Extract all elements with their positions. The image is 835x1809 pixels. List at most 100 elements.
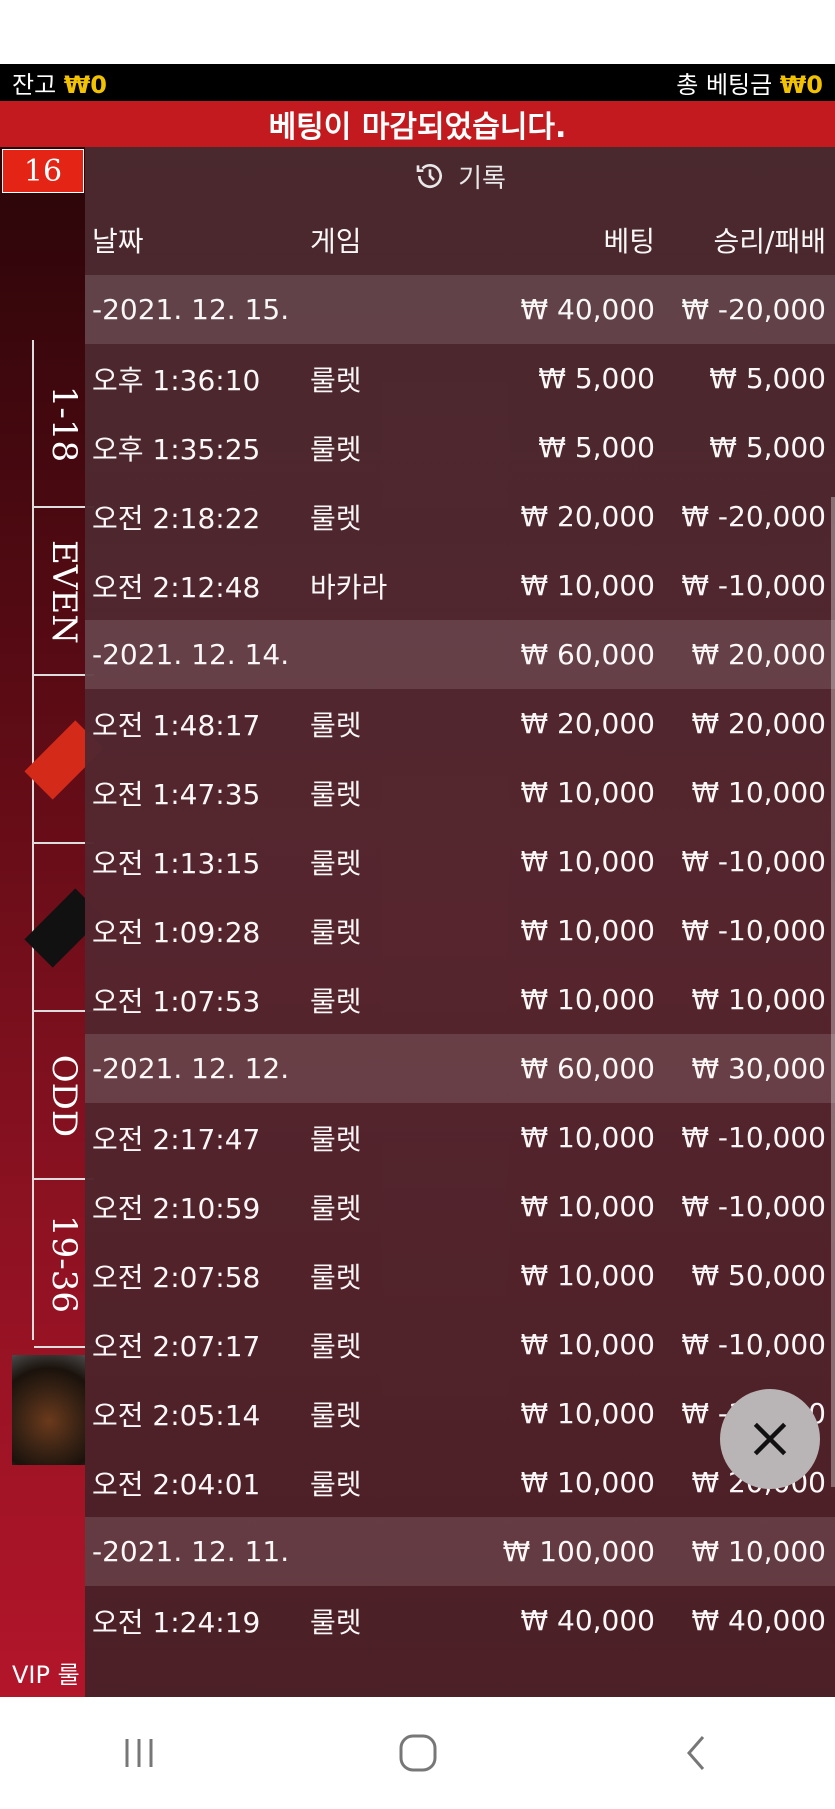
history-date-row[interactable]: -2021. 12. 15. ₩ 40,000 ₩ -20,000 — [85, 275, 835, 344]
history-date-result-total: ₩ -20,000 — [681, 293, 826, 326]
history-bet: ₩ 10,000 — [520, 1328, 655, 1361]
close-button[interactable] — [720, 1389, 820, 1489]
history-row[interactable]: 오전 2:07:58 룰렛 ₩ 10,000 ₩ 50,000 — [85, 1241, 835, 1310]
history-row[interactable]: 오전 2:18:22 룰렛 ₩ 20,000 ₩ -20,000 — [85, 482, 835, 551]
history-date-result-total: ₩ 30,000 — [691, 1052, 826, 1085]
close-icon — [753, 1422, 787, 1456]
vip-label: VIP 룰 — [12, 1661, 80, 1689]
history-row[interactable]: 오전 2:04:01룰렛₩ 10,000₩ 20,000 — [85, 1448, 835, 1517]
history-game: 룰렛 — [310, 432, 362, 466]
home-button[interactable] — [396, 1731, 440, 1775]
history-bet: ₩ 10,000 — [520, 983, 655, 1016]
status-bar — [0, 0, 835, 64]
recent-apps-icon — [125, 1739, 152, 1767]
roulette-wheel-thumbnail[interactable] — [12, 1355, 86, 1465]
balance-label: 잔고 — [12, 71, 57, 99]
history-result: ₩ 10,000 — [691, 776, 826, 809]
history-row[interactable]: 오전 1:48:17 룰렛 ₩ 20,000 ₩ 20,000 — [85, 689, 835, 758]
betting-closed-banner: 베팅이 마감되었습니다. — [0, 101, 835, 147]
history-row[interactable]: 오전 1:13:15 룰렛 ₩ 10,000 ₩ -10,000 — [85, 827, 835, 896]
history-result: ₩ -10,000 — [681, 1121, 826, 1154]
history-row[interactable]: 오후 1:35:25 룰렛 ₩ 5,000 ₩ 5,000 — [85, 413, 835, 482]
back-icon — [686, 1736, 704, 1770]
history-bet: ₩ 10,000 — [520, 1466, 655, 1499]
history-bet: ₩ 10,000 — [520, 1259, 655, 1292]
history-game: 룰렛 — [310, 708, 362, 742]
history-time: 오전 2:18:22 — [92, 501, 261, 535]
history-time: 오전 1:07:53 — [92, 984, 261, 1018]
history-date-bet-total: ₩ 100,000 — [502, 1535, 655, 1568]
history-game: 룰렛 — [310, 984, 362, 1018]
history-time: 오전 1:13:15 — [92, 846, 261, 880]
history-bet: ₩ 20,000 — [520, 500, 655, 533]
history-date-result-total: ₩ 10,000 — [691, 1535, 826, 1568]
history-time: 오전 2:12:48 — [92, 570, 261, 604]
history-result: ₩ -10,000 — [681, 569, 826, 602]
history-bet: ₩ 10,000 — [520, 776, 655, 809]
history-time: 오전 2:17:47 — [92, 1122, 261, 1156]
balance: 잔고 ₩0 — [0, 65, 119, 100]
history-row[interactable]: 오후 1:36:10 룰렛 ₩ 5,000 ₩ 5,000 — [85, 344, 835, 413]
history-date-bet-total: ₩ 60,000 — [520, 1052, 655, 1085]
balance-bar: 잔고 ₩0 총 베팅금 ₩0 — [0, 64, 835, 101]
history-bet: ₩ 40,000 — [520, 1604, 655, 1637]
history-row[interactable]: 오전 1:47:35 룰렛 ₩ 10,000 ₩ 10,000 — [85, 758, 835, 827]
total-bet-label: 총 베팅금 — [676, 71, 773, 99]
history-time: 오후 1:35:25 — [92, 432, 261, 466]
history-row[interactable]: 오전 2:10:59 룰렛 ₩ 10,000 ₩ -10,000 — [85, 1172, 835, 1241]
history-bet: ₩ 10,000 — [520, 1397, 655, 1430]
history-row[interactable]: 오전 1:24:19 룰렛 ₩ 40,000 ₩ 40,000 — [85, 1586, 835, 1655]
history-row[interactable]: 오전 2:07:17 룰렛 ₩ 10,000 ₩ -10,000 — [85, 1310, 835, 1379]
history-time: 오전 2:05:14 — [92, 1398, 261, 1432]
history-date-bet-total: ₩ 60,000 — [520, 638, 655, 671]
recent-apps-button[interactable] — [119, 1733, 159, 1773]
history-time: 오전 1:48:17 — [92, 708, 261, 742]
col-result: 승리/패배 — [713, 225, 826, 258]
bet-label: 19-36 — [44, 1214, 85, 1314]
total-bet-value: ₩0 — [779, 71, 823, 99]
history-title: 기록 — [458, 163, 506, 194]
history-row[interactable]: 오전 2:17:47 룰렛 ₩ 10,000 ₩ -10,000 — [85, 1103, 835, 1172]
history-game: 룰렛 — [310, 1467, 362, 1501]
history-row[interactable]: 오전 1:07:53 룰렛 ₩ 10,000 ₩ 10,000 — [85, 965, 835, 1034]
history-game: 룰렛 — [310, 1605, 362, 1639]
history-game: 룰렛 — [310, 1191, 362, 1225]
history-result: ₩ 10,000 — [691, 983, 826, 1016]
history-result: ₩ 20,000 — [691, 707, 826, 740]
back-button[interactable] — [677, 1733, 717, 1773]
history-result: ₩ -10,000 — [681, 1190, 826, 1223]
history-date-row[interactable]: -2021. 12. 12. ₩ 60,000 ₩ 30,000 — [85, 1034, 835, 1103]
history-time: 오전 1:47:35 — [92, 777, 261, 811]
history-bet: ₩ 5,000 — [538, 362, 655, 395]
history-result: ₩ 50,000 — [691, 1259, 826, 1292]
history-row[interactable]: 오전 1:09:28 룰렛 ₩ 10,000 ₩ -10,000 — [85, 896, 835, 965]
col-bet: 베팅 — [603, 225, 655, 258]
history-game: 룰렛 — [310, 501, 362, 535]
history-game: 룰렛 — [310, 1329, 362, 1363]
bet-label: 1-18 — [44, 385, 85, 463]
history-date-row[interactable]: -2021. 12. 11. ₩ 100,000 ₩ 10,000 — [85, 1517, 835, 1586]
history-time: 오전 2:10:59 — [92, 1191, 261, 1225]
history-result: ₩ 5,000 — [709, 431, 826, 464]
last-number-badge: 16 — [2, 149, 84, 193]
history-bet: ₩ 10,000 — [520, 845, 655, 878]
history-time: 오전 1:24:19 — [92, 1605, 261, 1639]
history-result: ₩ -10,000 — [681, 845, 826, 878]
bet-label: ODD — [44, 1054, 84, 1138]
scrollbar[interactable] — [831, 497, 835, 1487]
history-date-row[interactable]: -2021. 12. 14. ₩ 60,000 ₩ 20,000 — [85, 620, 835, 689]
history-bet: ₩ 5,000 — [538, 431, 655, 464]
history-time: 오전 2:07:17 — [92, 1329, 261, 1363]
history-game: 룰렛 — [310, 915, 362, 949]
history-date: -2021. 12. 14. — [92, 638, 290, 671]
history-bet: ₩ 10,000 — [520, 914, 655, 947]
history-row[interactable]: 오전 2:12:48 바카라 ₩ 10,000 ₩ -10,000 — [85, 551, 835, 620]
android-nav-bar — [0, 1697, 835, 1809]
history-bet: ₩ 10,000 — [520, 569, 655, 602]
history-bet: ₩ 20,000 — [520, 707, 655, 740]
history-date: -2021. 12. 15. — [92, 293, 290, 326]
balance-value: ₩0 — [63, 71, 107, 99]
history-date: -2021. 12. 11. — [92, 1535, 290, 1568]
total-bet: 총 베팅금 ₩0 — [664, 65, 835, 100]
history-game: 룰렛 — [310, 1260, 362, 1294]
